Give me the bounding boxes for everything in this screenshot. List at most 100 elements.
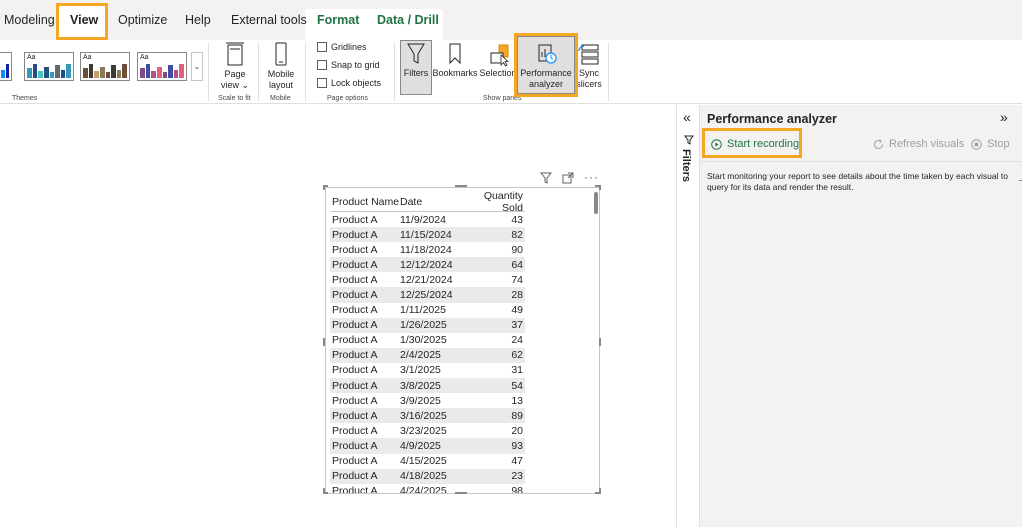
filters-pane-button-content[interactable]: Filters [400, 40, 432, 79]
selection-pane-button[interactable]: Selection [479, 40, 517, 79]
table-cell: 4/24/2025 [400, 485, 447, 494]
table-cell: 31 [511, 364, 523, 377]
table-row[interactable]: Product A 3/16/2025 89 [330, 408, 525, 424]
theme-swatch-0[interactable] [0, 52, 12, 81]
table-row[interactable]: Product A 4/24/2025 98 [330, 484, 525, 494]
table-row[interactable]: Product A 1/30/2025 24 [330, 333, 525, 348]
resize-handle[interactable] [323, 488, 325, 494]
view-tab-highlight [56, 3, 108, 40]
table-row[interactable]: Product A 12/25/2024 28 [330, 287, 525, 303]
theme-swatch-2[interactable]: Aa [80, 52, 130, 81]
table-row[interactable]: Product A 11/15/2024 82 [330, 227, 525, 243]
checkbox-box[interactable] [317, 78, 327, 88]
table-cell: 3/1/2025 [400, 364, 441, 377]
theme-swatch-3[interactable]: Aa [137, 52, 187, 81]
sync-slicers-icon [578, 44, 599, 65]
table-row[interactable]: Product A 12/21/2024 74 [330, 272, 525, 287]
table-cell: 28 [511, 289, 523, 302]
stop-button[interactable]: Stop [971, 138, 1010, 150]
table-row[interactable]: Product A 11/9/2024 43 [330, 212, 525, 227]
filter-icon[interactable] [540, 172, 552, 184]
table-row[interactable]: Product A 3/1/2025 31 [330, 363, 525, 378]
table-cell: Product A [332, 364, 378, 377]
focus-mode-icon[interactable] [562, 172, 574, 184]
table-row[interactable]: Product A 4/9/2025 93 [330, 438, 525, 454]
table-cell: Product A [332, 394, 378, 407]
resize-handle[interactable] [599, 338, 601, 346]
table-row[interactable]: Product A 11/18/2024 90 [330, 242, 525, 257]
table-cell: 37 [511, 319, 523, 332]
group-separator [305, 43, 306, 101]
sync-slicers-label-2: slicers [576, 79, 602, 89]
performance-analyzer-pane: Performance analyzer » Start recording R… [700, 105, 1022, 527]
table-cell: 12/25/2024 [400, 289, 453, 302]
table-cell: 64 [511, 258, 523, 271]
table-row[interactable]: Product A 1/26/2025 37 [330, 317, 525, 333]
lock-objects-checkbox[interactable]: Lock objects [317, 78, 381, 88]
visual-header: ··· [540, 171, 599, 184]
table-cell: 90 [511, 243, 523, 256]
group-label-scale-to-fit: Scale to fit [218, 95, 251, 102]
resize-handle[interactable] [599, 185, 601, 190]
table-cell: Product A [332, 304, 378, 317]
more-options-icon[interactable]: ··· [584, 171, 599, 184]
table-cell: 20 [511, 424, 523, 437]
table-cell: Product A [332, 228, 378, 241]
table-row[interactable]: Product A 1/11/2025 49 [330, 303, 525, 318]
group-separator [608, 43, 609, 101]
table-cell: 1/11/2025 [400, 304, 446, 317]
gridlines-checkbox[interactable]: Gridlines [317, 42, 367, 52]
table-cell: 11/15/2024 [400, 228, 452, 241]
table-cell: 1/30/2025 [400, 334, 447, 347]
table-row[interactable]: Product A 4/18/2025 23 [330, 468, 525, 484]
table-cell: 12/12/2024 [400, 258, 453, 271]
table-cell: 1/26/2025 [400, 319, 447, 332]
table-row[interactable]: Product A 3/23/2025 20 [330, 423, 525, 438]
tab-help[interactable]: Help [185, 13, 211, 27]
mobile-layout-button[interactable]: Mobile layout [263, 40, 299, 94]
sync-slicers-pane-button[interactable]: Sync slicers [575, 40, 603, 90]
checkbox-box[interactable] [317, 60, 327, 70]
tab-optimize[interactable]: Optimize [118, 13, 167, 27]
stop-icon [971, 138, 982, 150]
page-view-button[interactable]: Page view ⌄ [218, 40, 252, 94]
table-row[interactable]: Product A 2/4/2025 62 [330, 347, 525, 363]
lock-objects-label: Lock objects [331, 78, 382, 88]
theme-bars [140, 64, 184, 78]
checkbox-box[interactable] [317, 42, 327, 52]
table-row[interactable]: Product A 4/15/2025 47 [330, 454, 525, 469]
table-visual[interactable]: Product Name Date Quantity Sold Product … [325, 187, 600, 494]
collapse-pane-icon[interactable]: » [1000, 109, 1008, 125]
performance-analyzer-title: Performance analyzer [707, 112, 837, 126]
tab-modeling[interactable]: Modeling [4, 13, 55, 27]
table-cell: 4/18/2025 [400, 470, 447, 483]
column-header-product-name[interactable]: Product Name [330, 196, 400, 208]
table-row[interactable]: Product A 3/8/2025 54 [330, 378, 525, 394]
table-cell: Product A [332, 379, 378, 392]
tab-external-tools[interactable]: External tools [231, 13, 307, 27]
theme-swatch-1[interactable]: Aa [24, 52, 74, 81]
resize-handle[interactable] [455, 492, 467, 494]
table-scrollbar[interactable] [594, 192, 598, 214]
column-header-quantity-sold[interactable]: Quantity Sold [462, 190, 525, 214]
tab-data-drill[interactable]: Data / Drill [377, 13, 439, 27]
table-row[interactable]: Product A 12/12/2024 64 [330, 257, 525, 273]
bookmarks-pane-button[interactable]: Bookmarks [432, 40, 478, 79]
filters-pane-label: Filters [680, 149, 692, 183]
refresh-visuals-button[interactable]: Refresh visuals [873, 138, 964, 150]
column-header-date[interactable]: Date [400, 196, 462, 208]
theme-bars [27, 64, 71, 78]
tab-format[interactable]: Format [317, 13, 359, 27]
resize-handle[interactable] [599, 488, 601, 494]
snap-to-grid-checkbox[interactable]: Snap to grid [317, 60, 380, 70]
resize-handle[interactable] [455, 185, 467, 187]
resize-handle[interactable] [323, 338, 325, 346]
mobile-layout-icon [275, 42, 287, 66]
themes-gallery-more-button[interactable]: ⌄ [191, 52, 203, 81]
expand-filters-icon[interactable]: « [683, 109, 691, 125]
table-cell: 13 [511, 394, 523, 407]
table-cell: 11/9/2024 [400, 213, 446, 226]
table-row[interactable]: Product A 3/9/2025 13 [330, 393, 525, 408]
filters-pane-collapsed[interactable]: « Filters [676, 105, 700, 527]
resize-handle[interactable] [323, 185, 325, 190]
